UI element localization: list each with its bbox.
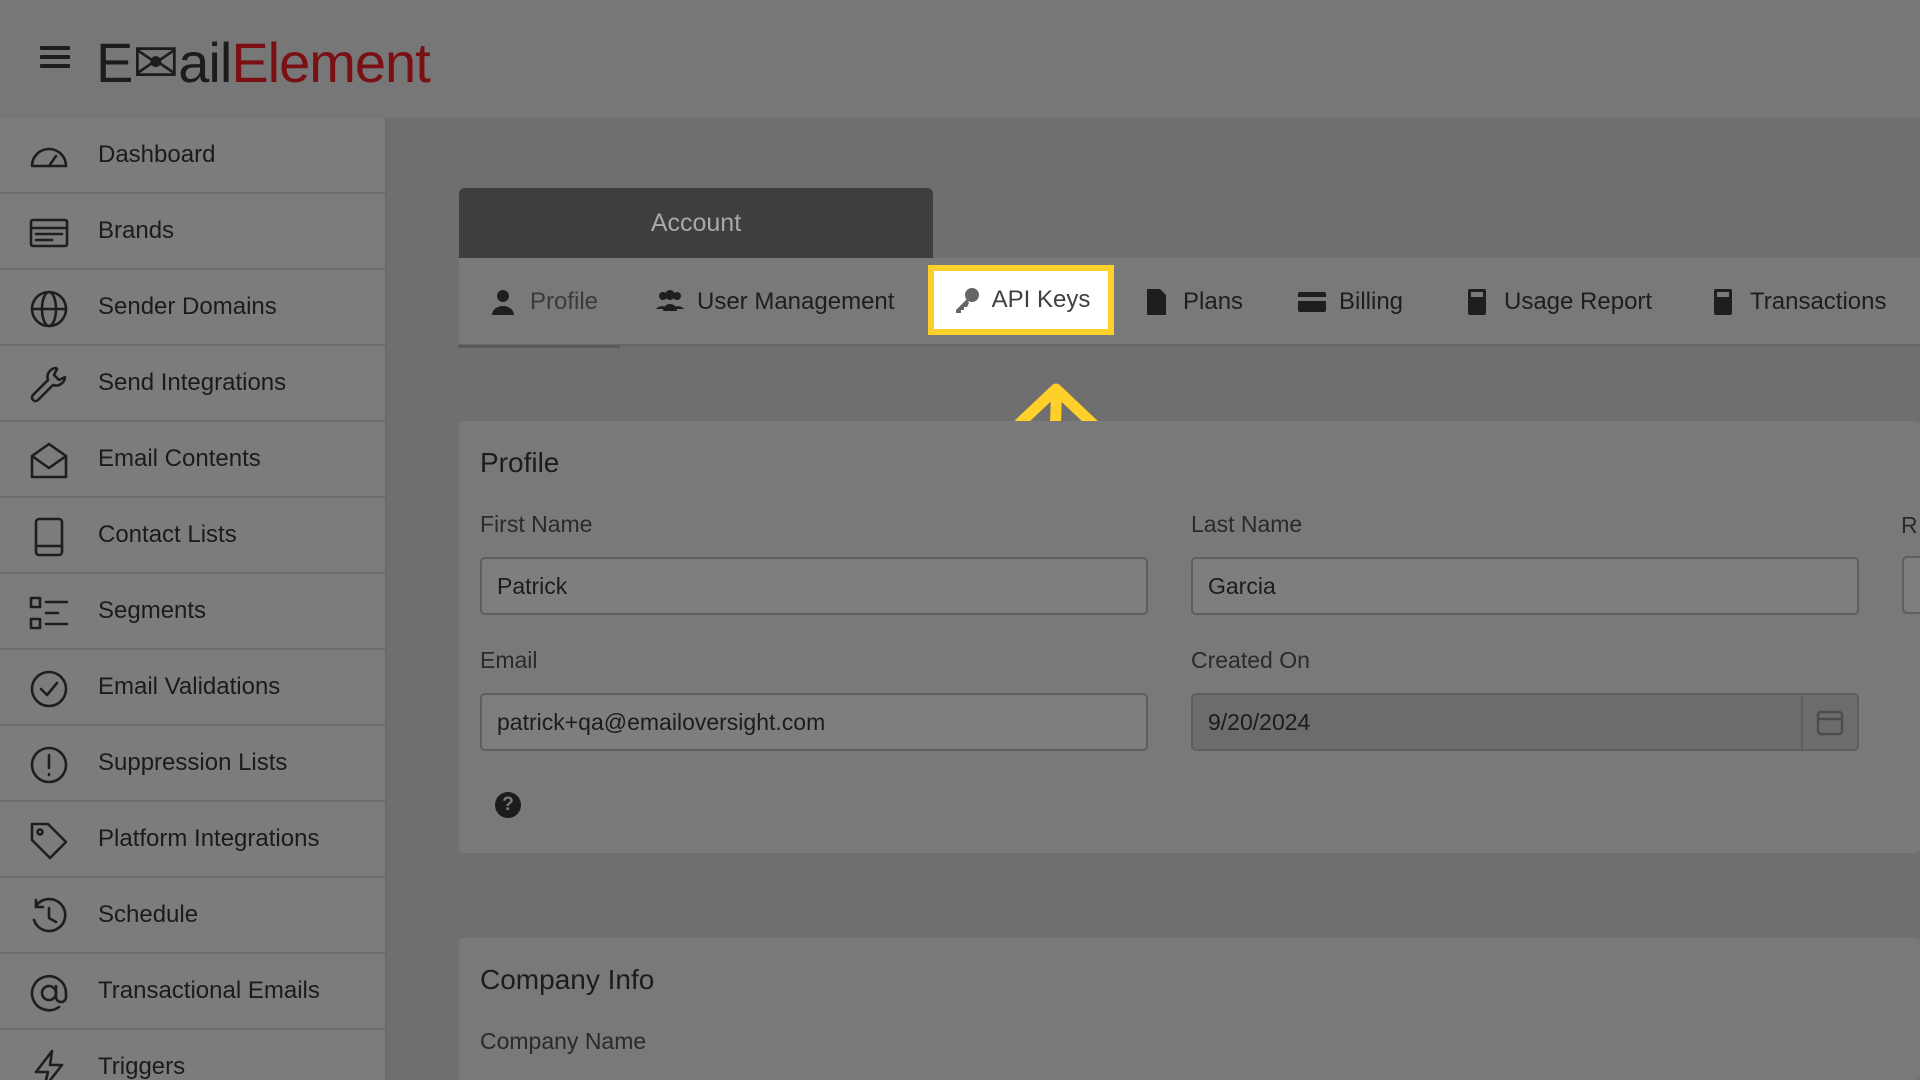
sidebar-item-email-validations[interactable]: Email Validations bbox=[0, 650, 385, 726]
hamburger-menu-icon[interactable] bbox=[40, 46, 70, 70]
tab-label: API Keys bbox=[991, 286, 1091, 313]
sidebar-item-sender-domains[interactable]: Sender Domains bbox=[0, 270, 385, 346]
envelope-open-icon bbox=[28, 440, 70, 482]
last-name-input[interactable]: Garcia bbox=[1191, 557, 1859, 615]
document-dollar-icon bbox=[1141, 287, 1171, 317]
user-icon bbox=[488, 287, 518, 317]
sidebar-item-suppression-lists[interactable]: Suppression Lists bbox=[0, 726, 385, 802]
tab-label: Transactions bbox=[1750, 288, 1887, 315]
tab-billing[interactable]: Billing bbox=[1297, 258, 1403, 346]
account-tabs: Profile User Management Plans Billing Us… bbox=[457, 258, 1920, 348]
sidebar-item-segments[interactable]: Segments bbox=[0, 574, 385, 650]
users-group-icon bbox=[655, 287, 685, 317]
sidebar-item-label: Segments bbox=[98, 597, 207, 624]
company-name-label: Company Name bbox=[480, 1028, 647, 1054]
at-sign-icon bbox=[28, 972, 70, 1014]
lightning-icon bbox=[28, 1048, 70, 1080]
tab-usage-report[interactable]: Usage Report bbox=[1462, 258, 1652, 346]
clock-history-icon bbox=[28, 896, 70, 938]
tab-api-keys[interactable]: API Keys bbox=[928, 265, 1114, 335]
clipped-field-input[interactable] bbox=[1902, 556, 1920, 614]
check-circle-icon bbox=[28, 668, 70, 710]
tab-label: Usage Report bbox=[1504, 288, 1653, 315]
sidebar-item-platform-integrations[interactable]: Platform Integrations bbox=[0, 802, 385, 878]
tab-label: Plans bbox=[1183, 288, 1244, 315]
calendar-icon[interactable] bbox=[1801, 695, 1857, 749]
sidebar: Dashboard Brands Sender Domains Send Int… bbox=[0, 118, 387, 1080]
sidebar-item-label: Platform Integrations bbox=[98, 825, 320, 852]
tab-label: User Management bbox=[697, 288, 895, 315]
sidebar-item-label: Email Contents bbox=[98, 445, 261, 472]
sidebar-item-send-integrations[interactable]: Send Integrations bbox=[0, 346, 385, 422]
wrench-icon bbox=[28, 364, 70, 406]
section-title-company: Company Info bbox=[480, 964, 655, 995]
sidebar-item-transactional-emails[interactable]: Transactional Emails bbox=[0, 954, 385, 1030]
sidebar-item-label: Schedule bbox=[98, 901, 199, 928]
sidebar-item-label: Brands bbox=[98, 217, 175, 244]
sidebar-item-email-contents[interactable]: Email Contents bbox=[0, 422, 385, 498]
email-input[interactable]: patrick+qa@emailoversight.com bbox=[480, 693, 1148, 751]
sidebar-item-label: Suppression Lists bbox=[98, 749, 288, 776]
sidebar-item-label: Sender Domains bbox=[98, 293, 277, 320]
sidebar-item-dashboard[interactable]: Dashboard bbox=[0, 118, 385, 194]
first-name-value: Patrick bbox=[497, 572, 568, 599]
calculator-icon bbox=[1708, 287, 1738, 317]
created-on-input: 9/20/2024 bbox=[1191, 693, 1859, 751]
last-name-label: Last Name bbox=[1191, 511, 1303, 537]
clipped-field-label: R bbox=[1901, 512, 1918, 538]
tag-icon bbox=[28, 820, 70, 862]
account-header: Account bbox=[459, 188, 933, 258]
sidebar-item-triggers[interactable]: Triggers bbox=[0, 1030, 385, 1080]
exclamation-circle-icon bbox=[28, 744, 70, 786]
sidebar-item-schedule[interactable]: Schedule bbox=[0, 878, 385, 954]
top-bar: E✉ailElement bbox=[0, 0, 1920, 118]
last-name-value: Garcia bbox=[1208, 572, 1276, 599]
brands-icon bbox=[28, 212, 70, 254]
tab-profile[interactable]: Profile bbox=[457, 258, 621, 348]
sidebar-item-label: Send Integrations bbox=[98, 369, 287, 396]
email-label: Email bbox=[480, 647, 538, 673]
dashboard-gauge-icon bbox=[28, 136, 70, 178]
sidebar-item-label: Triggers bbox=[98, 1053, 186, 1080]
first-name-label: First Name bbox=[480, 511, 593, 537]
key-icon bbox=[952, 285, 982, 315]
globe-icon bbox=[28, 288, 70, 330]
first-name-input[interactable]: Patrick bbox=[480, 557, 1148, 615]
app-logo[interactable]: E✉ailElement bbox=[96, 30, 431, 96]
tab-label: Profile bbox=[530, 288, 599, 315]
sidebar-item-label: Email Validations bbox=[98, 673, 281, 700]
sidebar-item-label: Contact Lists bbox=[98, 521, 237, 548]
sidebar-item-label: Dashboard bbox=[98, 141, 216, 168]
sidebar-item-contact-lists[interactable]: Contact Lists bbox=[0, 498, 385, 574]
section-title-profile: Profile bbox=[480, 447, 560, 478]
contact-book-icon bbox=[28, 516, 70, 558]
tab-transactions[interactable]: Transactions bbox=[1708, 258, 1887, 346]
help-icon[interactable]: ? bbox=[495, 792, 521, 818]
company-info-card: Company Info Company Name bbox=[459, 938, 1920, 1080]
profile-card: Profile First Name Patrick Last Name Gar… bbox=[459, 421, 1920, 853]
tab-user-management[interactable]: User Management bbox=[655, 258, 894, 346]
segments-list-icon bbox=[28, 592, 70, 634]
credit-card-icon bbox=[1297, 287, 1327, 317]
created-on-label: Created On bbox=[1191, 647, 1310, 673]
calculator-icon bbox=[1462, 287, 1492, 317]
tab-label: Billing bbox=[1339, 288, 1404, 315]
created-on-value: 9/20/2024 bbox=[1208, 708, 1311, 735]
email-value: patrick+qa@emailoversight.com bbox=[497, 708, 826, 735]
tab-plans[interactable]: Plans bbox=[1141, 258, 1243, 346]
sidebar-item-brands[interactable]: Brands bbox=[0, 194, 385, 270]
sidebar-item-label: Transactional Emails bbox=[98, 977, 320, 1004]
